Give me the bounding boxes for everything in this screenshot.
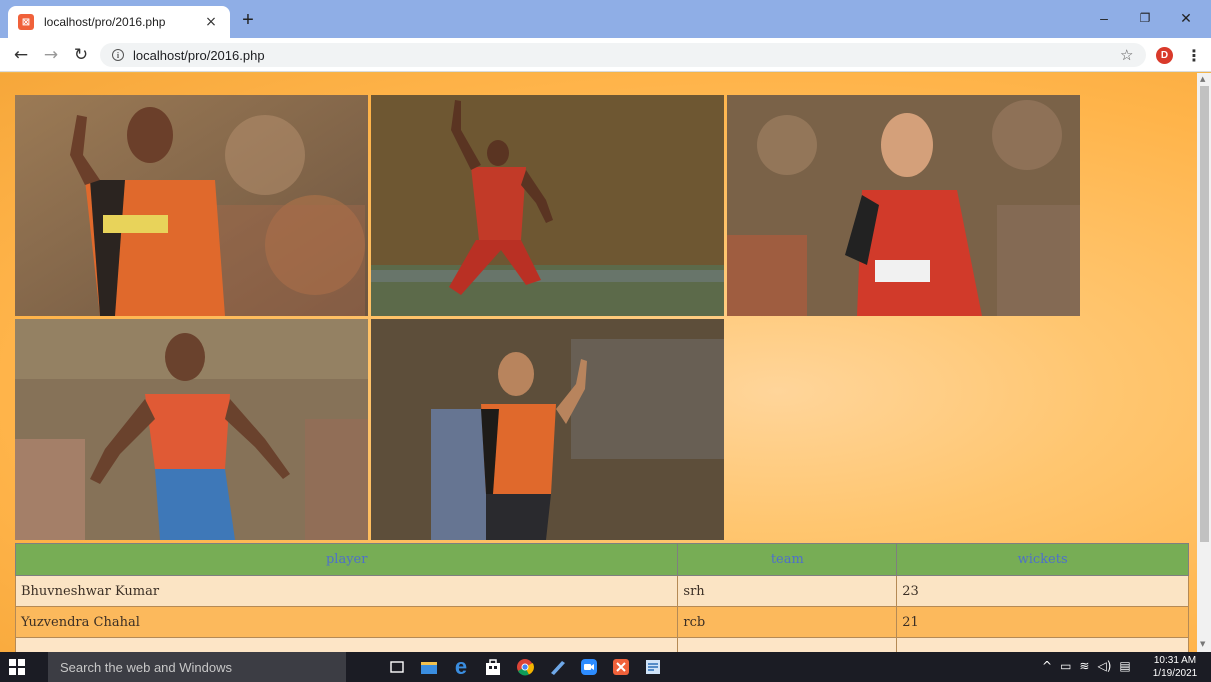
address-bar[interactable]: i localhost/pro/2016.php: [100, 43, 1146, 67]
xampp-favicon-icon: ⊠: [18, 14, 34, 30]
header-wickets: wickets: [896, 543, 1189, 576]
close-window-button[interactable]: ✕: [1166, 6, 1206, 30]
player-photo-5: [371, 319, 724, 540]
cell-player: Yuzvendra Chahal: [14, 606, 679, 638]
forward-arrow-icon[interactable]: →: [40, 44, 62, 66]
chrome-icon[interactable]: [514, 656, 536, 678]
scroll-down-arrow-icon[interactable]: ▼: [1200, 640, 1205, 648]
player-photo-1: [15, 95, 368, 316]
zoom-icon[interactable]: [578, 656, 600, 678]
table-row: Yuzvendra Chahal rcb 21: [14, 606, 1189, 638]
clock-time: 10:31 AM: [1153, 655, 1197, 666]
kebab-menu-icon[interactable]: ⋮: [1186, 46, 1202, 65]
store-icon[interactable]: [482, 656, 504, 678]
cell-team: [677, 637, 898, 652]
scroll-up-arrow-icon[interactable]: ▲: [1200, 75, 1205, 83]
system-tray: ^ ▭ ≋ ◁) ▤: [1042, 659, 1131, 673]
taskbar-search-input[interactable]: Search the web and Windows: [48, 652, 346, 682]
back-arrow-icon[interactable]: ←: [10, 44, 32, 66]
battery-icon[interactable]: ▭: [1060, 659, 1071, 673]
header-team: team: [677, 543, 898, 576]
scrollbar-thumb[interactable]: [1200, 86, 1209, 542]
cell-team: srh: [677, 575, 898, 607]
player-photo-2: [371, 95, 724, 316]
reload-icon[interactable]: ↻: [70, 44, 92, 66]
notification-icon[interactable]: ▤: [1119, 659, 1130, 673]
clock-date: 1/19/2021: [1152, 668, 1198, 679]
browser-tab[interactable]: ⊠ localhost/pro/2016.php ×: [8, 6, 230, 38]
profile-avatar[interactable]: D: [1156, 47, 1173, 64]
wickets-table: player team wickets Bhuvneshwar Kumar sr…: [14, 543, 1189, 652]
table-header-row: player team wickets: [14, 543, 1189, 576]
bookmark-star-icon[interactable]: ☆: [1120, 46, 1133, 64]
notes-app-icon[interactable]: [546, 656, 568, 678]
cell-wickets: 21: [896, 606, 1189, 638]
file-explorer-icon[interactable]: [418, 656, 440, 678]
volume-icon[interactable]: ◁): [1097, 659, 1111, 673]
player-photo-3: [727, 95, 1080, 316]
chevron-up-icon[interactable]: ^: [1042, 659, 1052, 673]
wifi-icon[interactable]: ≋: [1079, 659, 1089, 673]
taskbar-clock[interactable]: 10:31 AM 1/19/2021: [1150, 654, 1200, 680]
browser-tab-bar: ⊠ localhost/pro/2016.php × + – ❐ ✕: [0, 0, 1211, 38]
player-photo-4: [15, 319, 368, 540]
table-row: Bhuvneshwar Kumar srh 23: [14, 575, 1189, 607]
windows-taskbar: Search the web and Windows e ^ ▭ ≋ ◁) ▤ …: [0, 652, 1211, 682]
edge-browser-icon[interactable]: e: [450, 654, 472, 679]
xampp-icon[interactable]: [610, 656, 632, 678]
windows-start-icon[interactable]: [9, 659, 25, 675]
tab-title: localhost/pro/2016.php: [44, 15, 166, 29]
cell-player: Bhuvneshwar Kumar: [14, 575, 679, 607]
task-view-icon[interactable]: [386, 656, 408, 678]
browser-toolbar: ← → ↻ i localhost/pro/2016.php ☆ D ⋮: [0, 38, 1211, 72]
new-tab-button[interactable]: +: [236, 8, 260, 32]
url-text[interactable]: localhost/pro/2016.php: [133, 48, 265, 63]
info-icon[interactable]: i: [112, 49, 124, 61]
editor-app-icon[interactable]: [642, 656, 664, 678]
page-viewport: player team wickets Bhuvneshwar Kumar sr…: [0, 73, 1197, 652]
table-row-partial: [14, 637, 1189, 652]
tab-close-icon[interactable]: ×: [202, 14, 220, 30]
minimize-button[interactable]: –: [1084, 6, 1124, 30]
restore-button[interactable]: ❐: [1125, 6, 1165, 30]
cell-wickets: [896, 637, 1189, 652]
cell-team: rcb: [677, 606, 898, 638]
cell-player: [14, 637, 679, 652]
header-player: player: [14, 543, 679, 576]
cell-wickets: 23: [896, 575, 1189, 607]
